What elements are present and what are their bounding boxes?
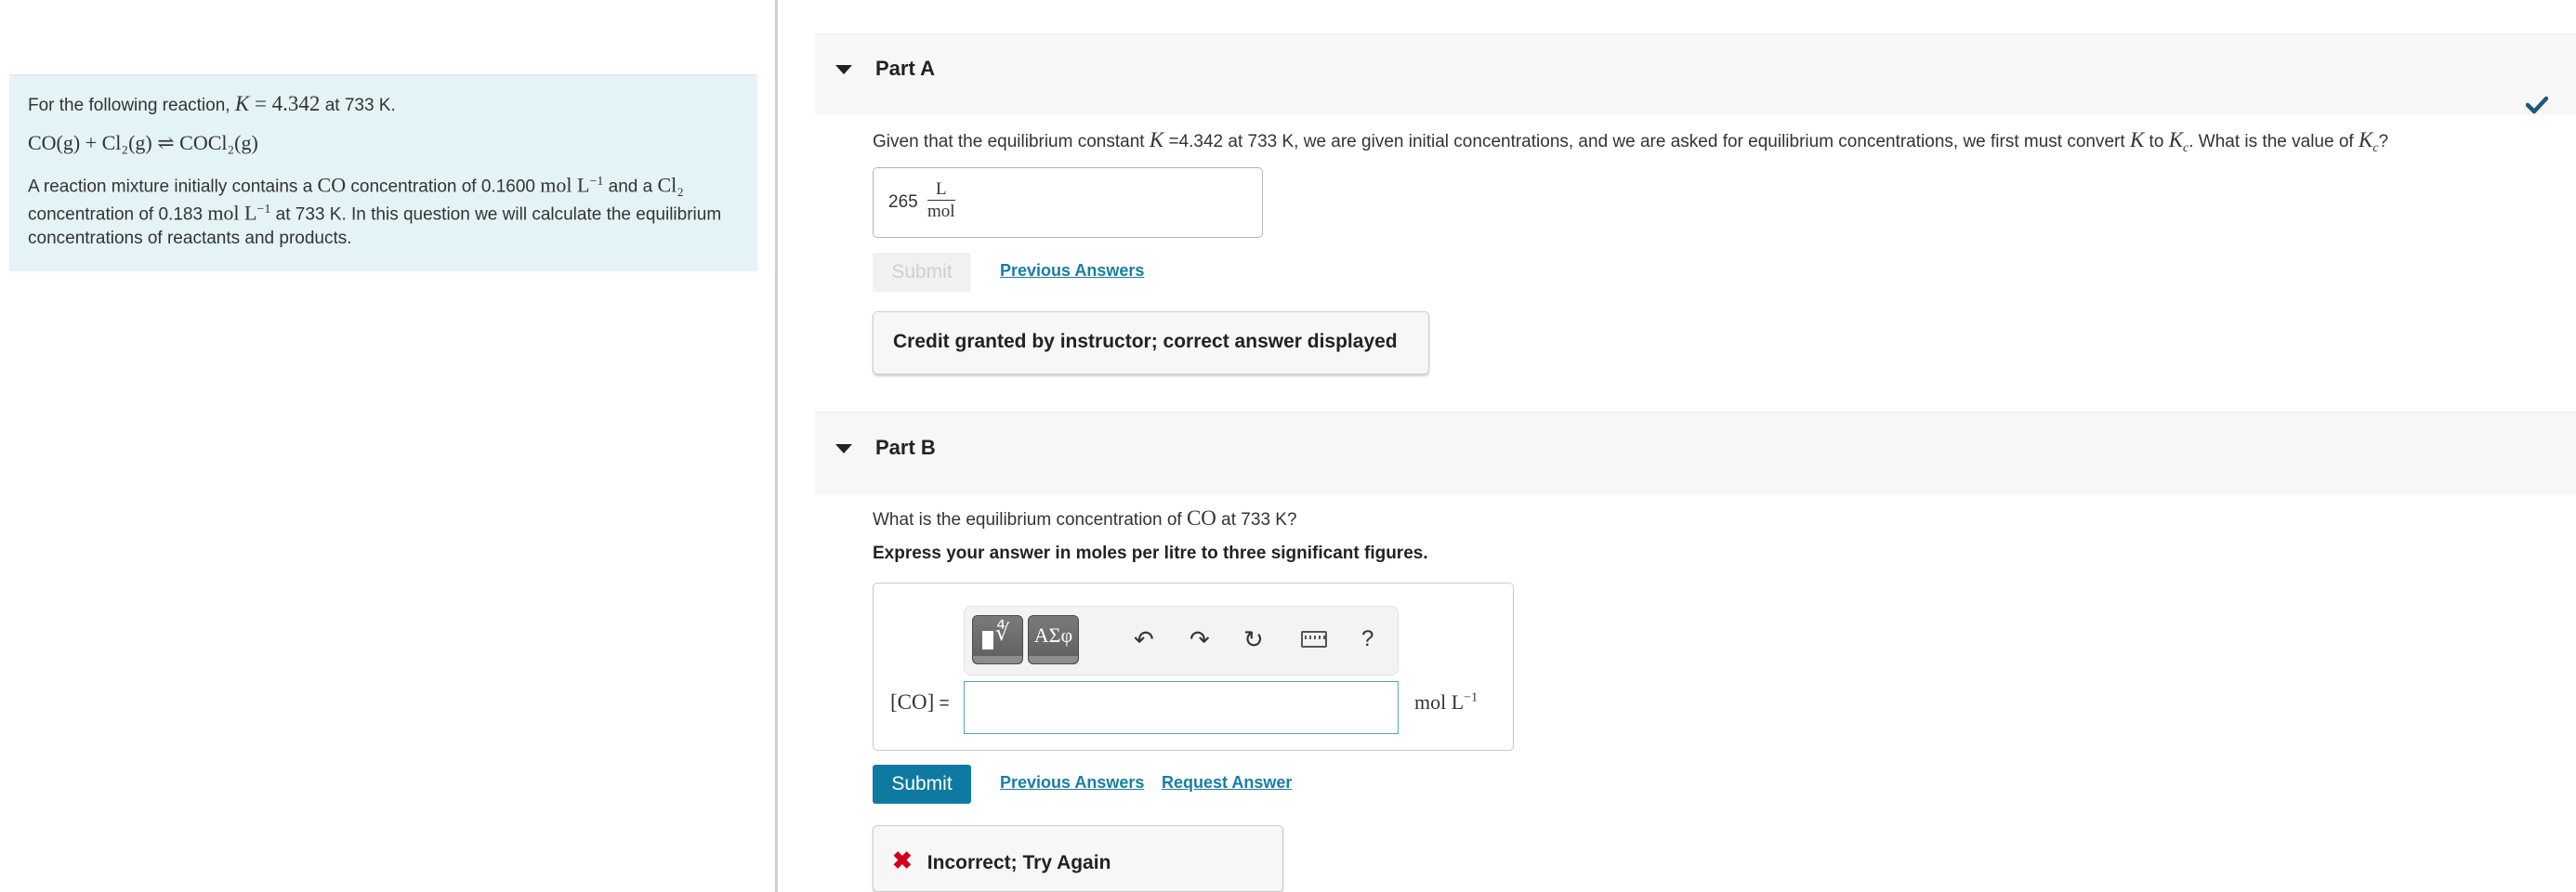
answer-value: 265 [888,192,918,212]
co-formula: CO [317,173,347,197]
part-a-header[interactable]: Part A [815,33,2576,115]
cl2-formula: Cl₂ [657,173,684,197]
part-b-previous-answers-link[interactable]: Previous Answers [1000,773,1144,793]
question-text: ? [2378,132,2389,151]
unit-exponent: −1 [1464,690,1479,705]
unit: mol L [207,201,257,225]
answer-units: mol L−1 [1414,690,1478,715]
templates-root-icon [982,631,993,649]
co-formula: CO [1186,506,1216,530]
part-b-request-answer-link[interactable]: Request Answer [1162,773,1292,793]
intro-paragraph: A reaction mixture initially contains a … [28,170,739,250]
co-concentration-label: [CO] = [890,690,950,715]
question-text: =4.342 at 733 K, we are given initial co… [1163,132,2130,151]
part-a-title: Part A [875,57,935,80]
feedback-text: Credit granted by instructor; correct an… [893,331,1398,352]
equals-sign: = [934,694,950,714]
keyboard-icon[interactable] [1301,631,1327,648]
k-symbol: K [234,92,250,115]
kc-symbol: K [2168,128,2184,151]
question-text: . What is the value of [2188,132,2359,151]
incorrect-x-icon: ✖ [892,846,913,874]
co-bracket-label: [CO] [890,690,935,714]
undo-icon[interactable]: ↶ [1134,625,1154,653]
panel-divider[interactable] [775,0,778,892]
unit-exponent: −1 [256,203,271,217]
question-text: Given that the equilibrium constant [873,132,1150,151]
collapse-caret-icon[interactable] [835,65,852,74]
feedback-text: Incorrect; Try Again [927,852,1111,873]
question-text: at 733 K? [1216,510,1297,530]
reset-icon[interactable]: ↻ [1243,625,1264,653]
part-b-question: What is the equilibrium concentration of… [873,506,1297,531]
intro-text: concentration of 0.1600 [346,177,541,197]
question-text: to [2144,132,2169,151]
intro-text: concentration of 0.183 [28,204,208,225]
unit-denominator: mol [927,202,955,221]
unit: mol L [1414,690,1465,714]
part-a-feedback: Credit granted by instructor; correct an… [873,311,1429,374]
math-toolbar: ∜ ΑΣφ ↶ ↷ ↻ ? [964,606,1399,676]
intro-k-statement: For the following reaction, K = 4.342 at… [28,92,739,117]
part-b-title: Part B [875,436,936,459]
part-a-previous-answers-link[interactable]: Previous Answers [1000,261,1144,281]
answer-unit-fraction: L mol [927,179,955,223]
unit: mol L [540,173,590,197]
symbols-button[interactable]: ΑΣφ [1028,615,1079,664]
reaction-equation: CO(g) + Cl₂(g) ⇌ COCl₂(g) [28,131,258,154]
part-b-answer-editor: ∜ ΑΣφ ↶ ↷ ↻ ? [CO] = mol L−1 [873,583,1514,751]
intro-text: For the following reaction, [28,96,235,115]
checkmark-icon [2526,96,2548,114]
part-a-answer-display: 265 L mol [873,167,1263,238]
unit-numerator: L [927,179,955,201]
k-value: = 4.342 [249,92,321,115]
part-b-header[interactable]: Part B [815,412,2576,495]
problem-intro-panel: For the following reaction, K = 4.342 at… [9,74,757,271]
co-concentration-input[interactable] [964,681,1399,734]
k-symbol: K [2129,128,2145,151]
part-b-submit-button[interactable]: Submit [873,765,971,804]
question-text: What is the equilibrium concentration of [873,510,1187,530]
templates-button[interactable]: ∜ [972,615,1023,664]
k-symbol: K [1149,128,1164,151]
part-a-submit-button[interactable]: Submit [873,253,971,292]
part-b-instruction: Express your answer in moles per litre t… [873,544,1428,563]
intro-text: and a [603,177,658,197]
unit-exponent: −1 [589,175,604,189]
part-a-question: Given that the equilibrium constant K =4… [873,128,2388,156]
root-icon: ∜ [995,620,1010,646]
help-button[interactable]: ? [1361,625,1373,653]
collapse-caret-icon[interactable] [835,444,852,453]
redo-icon[interactable]: ↷ [1189,625,1210,653]
part-b-feedback: ✖ Incorrect; Try Again [873,825,1283,892]
kc-symbol: K [2358,128,2373,151]
intro-text: A reaction mixture initially contains a [28,177,318,197]
intro-temperature: at 733 K. [320,96,396,115]
